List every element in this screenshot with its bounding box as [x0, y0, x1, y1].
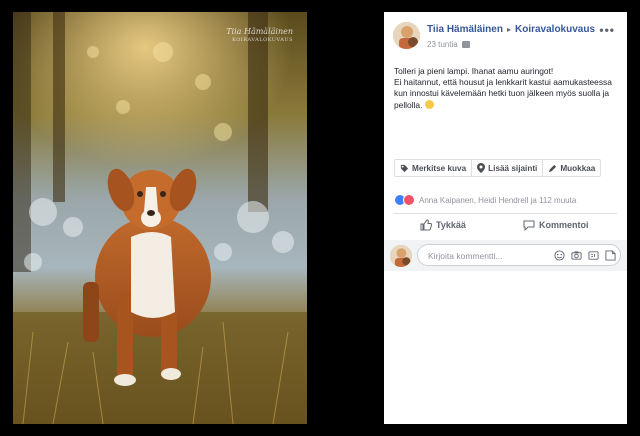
author-name-link[interactable]: Tiia Hämäläinen	[427, 24, 503, 35]
comment-input[interactable]	[426, 250, 550, 262]
like-icon	[420, 219, 432, 231]
post-photo[interactable]: Tiia Hämäläinen KOIRAVALOKUVAUS	[13, 12, 307, 424]
author-avatar[interactable]	[393, 22, 420, 49]
like-label: Tykkää	[436, 220, 466, 230]
post-timestamp[interactable]: 23 tuntia	[427, 40, 458, 49]
add-location-button[interactable]: Lisää sijainti	[472, 160, 544, 176]
gif-icon[interactable]	[588, 250, 599, 261]
smile-emoji-icon	[424, 99, 434, 109]
like-button[interactable]: Tykkää	[420, 219, 466, 231]
tag-photo-button[interactable]: Merkitse kuva	[395, 160, 473, 176]
post-text-line-1: Tolleri ja pieni lampi. Ihanat aamu auri…	[394, 66, 554, 76]
comment-label: Kommentoi	[539, 220, 589, 230]
author-line: Tiia Hämäläinen ▸ Koiravalokuvaus	[427, 24, 595, 35]
tag-photo-label: Merkitse kuva	[412, 163, 467, 173]
page-name-link[interactable]: Koiravalokuvaus	[515, 24, 595, 35]
commenter-avatar	[390, 245, 412, 267]
globe-icon[interactable]	[461, 41, 470, 49]
love-reaction-icon	[403, 194, 415, 206]
divider	[394, 213, 617, 214]
location-icon	[477, 163, 486, 173]
watermark-subtitle: KOIRAVALOKUVAUS	[232, 37, 293, 43]
emoji-icon[interactable]	[554, 250, 565, 261]
caret-right-icon: ▸	[506, 25, 511, 34]
more-icon[interactable]: •••	[599, 23, 615, 37]
post-timestamp-line: 23 tuntia	[427, 40, 470, 49]
photo-tag-toolbar: Merkitse kuva Lisää sijainti Muokkaa	[394, 159, 602, 177]
watermark-name: Tiia Hämäläinen	[226, 27, 293, 36]
pencil-icon	[549, 164, 557, 172]
post-text: Tolleri ja pieni lampi. Ihanat aamu auri…	[394, 66, 622, 111]
reactions-summary[interactable]: Anna Kaipanen, Heidi Hendrell ja 112 muu…	[394, 194, 576, 206]
comment-composer	[384, 240, 627, 271]
dog-photo-image	[13, 12, 307, 424]
post-details-panel: Tiia Hämäläinen ▸ Koiravalokuvaus 23 tunti…	[384, 12, 627, 424]
camera-icon[interactable]	[571, 250, 582, 261]
edit-button[interactable]: Muokkaa	[543, 160, 600, 176]
comment-icon	[523, 220, 535, 231]
reactions-text: Anna Kaipanen, Heidi Hendrell ja 112 muu…	[419, 195, 577, 205]
comment-button[interactable]: Kommentoi	[523, 219, 589, 231]
add-location-label: Lisää sijainti	[488, 163, 538, 173]
photo-watermark: Tiia Hämäläinen KOIRAVALOKUVAUS	[226, 28, 293, 44]
tag-icon	[400, 164, 409, 172]
edit-label: Muokkaa	[560, 163, 596, 173]
sticker-icon[interactable]	[605, 250, 616, 261]
comment-input-box[interactable]	[417, 244, 621, 266]
